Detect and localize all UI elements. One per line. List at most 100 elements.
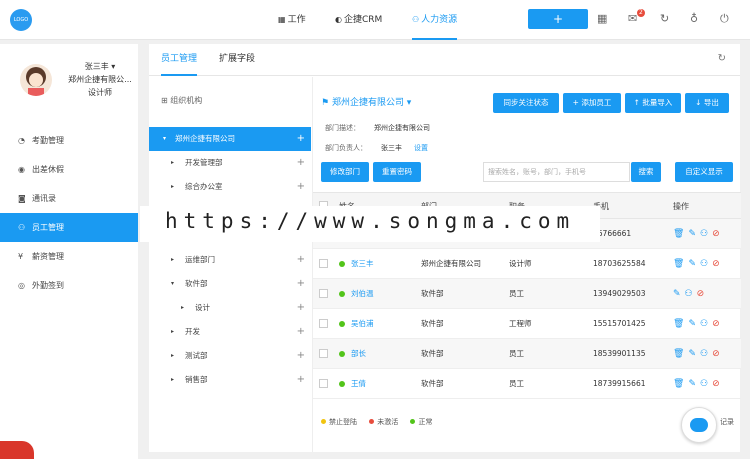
refresh-icon[interactable]: ↻ — [718, 53, 726, 64]
work-icon: ▦ — [278, 15, 286, 24]
message-icon[interactable]: ✉ — [628, 12, 637, 25]
edit-icon: ✎ — [688, 319, 696, 329]
delete-icon: 🗑 — [673, 259, 685, 269]
nav-work[interactable]: ▦ 工作 — [278, 0, 306, 40]
chat-icon — [690, 418, 708, 432]
top-bar: LOGO ▦ 工作 ◐ 企捷CRM ⚇ 人力资源 + ▦ ✉ 2 ↻ ♁ ⏻ — [0, 0, 750, 40]
sidebar-item-salary[interactable]: ¥ 薪资管理 — [0, 242, 138, 271]
tree-node[interactable]: ▸ 开发管理部 + — [149, 151, 311, 175]
org-tree: ⊞ 组织机构 ▾郑州企捷有限公司+ ▸开发管理部+ ▸综合办公室+ ▾开发部+ … — [149, 77, 311, 452]
status-legend: 禁止登陆 未激活 正常 — [321, 417, 442, 427]
records-label: 记录 — [720, 418, 734, 426]
delete-icon: 🗑 — [673, 379, 685, 389]
chat-button[interactable] — [681, 407, 717, 443]
search-button[interactable]: 搜索 — [631, 162, 661, 182]
sidebar-item-attendance[interactable]: ◔ 考勤管理 — [0, 126, 138, 155]
target-icon: ◎ — [18, 281, 25, 290]
ban-icon: ⊘ — [712, 349, 720, 359]
clock-icon: ◔ — [18, 136, 25, 145]
user-info[interactable]: 张三丰 ▾ 郑州企捷有限公... 设计师 — [64, 60, 136, 99]
edit-icon: ✎ — [688, 379, 696, 389]
edit-icon: ✎ — [673, 289, 681, 299]
search-input[interactable]: 搜索姓名，账号，部门，手机号 — [483, 162, 630, 182]
user-icon: ⚇ — [699, 379, 709, 389]
reset-password-button[interactable]: 重置密码 — [373, 162, 421, 182]
dept-description: 部门描述： 郑州企捷有限公司 — [325, 124, 430, 132]
tree-node[interactable]: ▸ 测试部 + — [149, 344, 311, 368]
add-employee-button[interactable]: + 添加员工 — [563, 93, 621, 113]
crm-icon: ◐ — [335, 15, 342, 24]
notification-badge: 2 — [637, 9, 645, 17]
row-checkbox[interactable] — [319, 379, 328, 388]
user-icon: ⚇ — [699, 349, 709, 359]
tree-node[interactable]: ▸ 设计 + — [149, 296, 311, 320]
ban-icon: ⊘ — [712, 319, 720, 329]
yen-icon: ¥ — [18, 252, 24, 261]
status-dot — [339, 261, 345, 267]
tree-node[interactable]: ▾ 郑州企捷有限公司 + — [149, 127, 311, 151]
org-tree-title: ⊞ 组织机构 — [161, 96, 203, 105]
edit-icon: ✎ — [688, 259, 696, 269]
main-panel: 员工管理 扩展字段 ↻ ⊞ 组织机构 ▾ 郑州企捷有限公司 + ▸ 开发管理部 + ▸ 综… — [149, 44, 741, 452]
contacts-icon: ◙ — [18, 194, 26, 203]
user-icon: ⚇ — [699, 319, 709, 329]
corner-logo — [0, 441, 34, 459]
table-row[interactable]: 王倩 软件部 员工 18739915661 🗑 ✎ ⚇ ⊘ — [313, 369, 741, 399]
ban-icon: ⊘ — [712, 259, 720, 269]
bulk-import-button[interactable]: ↑ 批量导入 — [625, 93, 681, 113]
table-row[interactable]: 吴伯浦 软件部 工程师 15515701425 🗑 ✎ ⚇ ⊘ — [313, 309, 741, 339]
tab-employee-management[interactable]: 员工管理 — [161, 44, 198, 76]
avatar[interactable] — [20, 64, 52, 96]
nav-crm[interactable]: ◐ 企捷CRM — [335, 0, 382, 40]
set-owner-link[interactable]: 设置 — [414, 144, 428, 152]
delete-icon: 🗑 — [673, 349, 685, 359]
sidebar: 张三丰 ▾ 郑州企捷有限公... 设计师 ◔ 考勤管理 ◉ 出差休假 ◙ 通讯录 ⚇ 员… — [0, 44, 138, 459]
status-dot — [339, 351, 345, 357]
tab-bar: 员工管理 扩展字段 ↻ — [149, 44, 740, 76]
watermark: https://www.songma.com — [165, 209, 576, 233]
export-button[interactable]: ↓ 导出 — [685, 93, 729, 113]
user-icon: ⚇ — [699, 259, 709, 269]
delete-icon: 🗑 — [673, 319, 685, 329]
ban-icon: ⊘ — [696, 289, 705, 299]
tree-node[interactable]: ▸ 开发 + — [149, 320, 311, 344]
ban-icon: ⊘ — [712, 379, 720, 389]
logo: LOGO — [10, 9, 32, 31]
status-dot — [339, 291, 345, 297]
user-name[interactable]: 张三丰 ▾ — [64, 60, 136, 73]
dept-owner: 部门负责人： 张三丰 设置 — [325, 144, 428, 152]
sidebar-item-checkin[interactable]: ◎ 外勤签到 — [0, 271, 138, 300]
edit-dept-button[interactable]: 修改部门 — [321, 162, 369, 182]
flag-icon: ⚑ — [321, 98, 332, 108]
user-icon: ⚇ — [684, 289, 693, 299]
power-icon[interactable]: ⏻ — [720, 12, 729, 26]
refresh-icon[interactable]: ↻ — [660, 12, 669, 25]
row-checkbox[interactable] — [319, 319, 328, 328]
tree-node[interactable]: ▸ 运维部门 + — [149, 248, 311, 272]
sidebar-item-leave[interactable]: ◉ 出差休假 — [0, 155, 138, 184]
tab-extended-fields[interactable]: 扩展字段 — [219, 44, 255, 76]
status-dot — [339, 321, 345, 327]
tree-node[interactable]: ▾ 软件部 + — [149, 272, 311, 296]
user-role: 设计师 — [88, 88, 112, 97]
sync-status-button[interactable]: 同步关注状态 — [493, 93, 559, 113]
row-checkbox[interactable] — [319, 349, 328, 358]
sidebar-item-employees[interactable]: ⚇ 员工管理 — [0, 213, 138, 242]
employee-panel: ⚑ 郑州企捷有限公司 ▾ 同步关注状态 + 添加员工 ↑ 批量导入 ↓ 导出 部… — [312, 77, 741, 452]
table-row[interactable]: 部长 软件部 员工 18539901135 🗑 ✎ ⚇ ⊘ — [313, 339, 741, 369]
sidebar-item-contacts[interactable]: ◙ 通讯录 — [0, 184, 138, 213]
bulb-icon[interactable]: ♁ — [690, 12, 698, 25]
row-checkbox[interactable] — [319, 289, 328, 298]
tree-node[interactable]: ▸ 销售部 + — [149, 368, 311, 392]
custom-display-button[interactable]: 自定义显示 — [675, 162, 733, 182]
add-button[interactable]: + — [528, 9, 588, 29]
users-icon: ⚇ — [18, 223, 26, 232]
row-checkbox[interactable] — [319, 259, 328, 268]
location-icon: ◉ — [18, 165, 25, 174]
calendar-icon[interactable]: ▦ — [597, 12, 607, 25]
table-row[interactable]: 刘伯温 软件部 员工 13949029503 ✎ ⚇ ⊘ — [313, 279, 741, 309]
tree-node[interactable]: ▸ 综合办公室 + — [149, 175, 311, 199]
table-row[interactable]: 张三丰 郑州企捷有限公司 设计师 18703625584 🗑 ✎ ⚇ ⊘ — [313, 249, 741, 279]
company-selector[interactable]: ⚑ 郑州企捷有限公司 ▾ — [321, 95, 411, 108]
nav-hr[interactable]: ⚇ 人力资源 — [412, 0, 458, 40]
